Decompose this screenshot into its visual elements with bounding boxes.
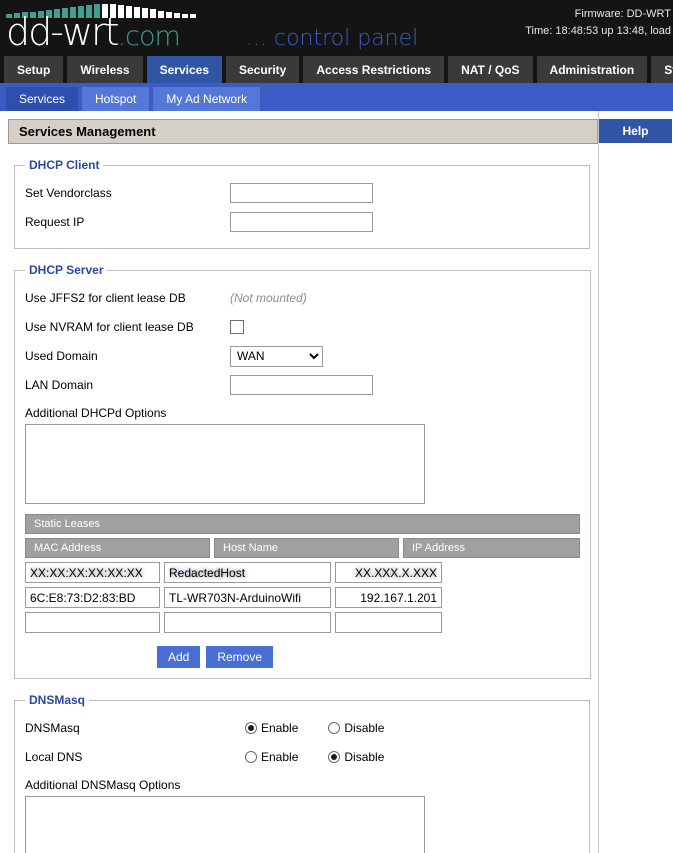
additional-dnsmasq-options-textarea[interactable] (25, 796, 425, 853)
lease-ip-address-input[interactable] (335, 562, 442, 583)
logo-main-text: dd-wrt (6, 10, 120, 54)
uptime-text: Time: 18:48:53 up 13:48, load (525, 25, 671, 37)
lease-host-name-input[interactable] (164, 612, 331, 633)
local-dns-row: Local DNS Enable Disable (25, 744, 579, 770)
nvram-lease-db-label: Use NVRAM for client lease DB (25, 320, 194, 334)
site-header: dd-wrt.com ... control panel Firmware: D… (0, 0, 673, 56)
dnsmasq-enable-label: Enable (261, 721, 299, 735)
dnsmasq-disable-label: Disable (344, 721, 385, 735)
dnsmasq-disable-radio[interactable] (328, 722, 341, 734)
used-domain-select[interactable]: WANLANBoth (230, 345, 323, 367)
static-leases-header-row: MAC Address Host Name IP Address (25, 538, 580, 558)
request-ip-row: Request IP (25, 209, 579, 235)
static-lease-row (25, 612, 580, 633)
local-dns-enable-option[interactable]: Enable (245, 750, 298, 764)
set-vendorclass-label: Set Vendorclass (25, 186, 112, 200)
page-title: Services Management (8, 119, 598, 144)
dhcp-client-legend: DHCP Client (29, 158, 100, 172)
additional-dnsmasq-options-label: Additional DNSMasq Options (25, 778, 181, 792)
main-tab-bar: Setup Wireless Services Security Access Rest… (0, 56, 673, 83)
main-tab-security[interactable]: Security (226, 56, 300, 83)
dhcp-client-section: DHCP Client Set Vendorclass Request IP (14, 158, 590, 249)
logo-domain-text: .com (117, 21, 181, 52)
static-leases-title: Static Leases (25, 514, 580, 534)
dnsmasq-radio-group: Enable Disable (245, 721, 384, 735)
used-domain-row: Used Domain WANLANBoth (25, 343, 580, 369)
column-header-host-name: Host Name (214, 538, 399, 558)
firmware-version-text: Firmware: DD-WRT (574, 8, 671, 20)
nvram-lease-db-row: Use NVRAM for client lease DB (25, 314, 580, 340)
help-sidebar: Help (598, 111, 673, 853)
help-button[interactable]: Help (599, 119, 672, 143)
page-body: Services Management DHCP Client Set Vend… (0, 111, 673, 853)
add-lease-button[interactable]: Add (156, 646, 201, 668)
static-lease-row (25, 587, 580, 608)
lease-host-name-input[interactable] (164, 587, 331, 608)
local-dns-enable-radio[interactable] (245, 751, 257, 763)
dnsmasq-row: DNSMasq Enable Disable (25, 715, 579, 741)
main-tab-services[interactable]: Services (146, 56, 222, 83)
dnsmasq-label: DNSMasq (25, 721, 80, 735)
firmware-info: Firmware: DD-WRT Time: 18:48:53 up 13:48… (525, 6, 671, 40)
control-panel-tagline: ... control panel (246, 26, 419, 51)
additional-dhcpd-options-label: Additional DHCPd Options (25, 406, 167, 420)
sub-tab-bar: Services Hotspot My Ad Network (0, 83, 673, 111)
local-dns-radio-group: Enable Disable (245, 750, 384, 764)
lan-domain-row: LAN Domain (25, 372, 580, 398)
dhcp-server-legend: DHCP Server (29, 263, 104, 277)
jffs2-lease-db-row: Use JFFS2 for client lease DB (Not mount… (25, 285, 580, 311)
request-ip-input[interactable] (230, 212, 373, 232)
local-dns-enable-label: Enable (261, 750, 299, 764)
sub-tab-services[interactable]: Services (6, 87, 79, 111)
remove-lease-button[interactable]: Remove (206, 646, 274, 668)
lease-ip-address-input[interactable] (335, 587, 442, 608)
lease-host-name-input[interactable] (164, 562, 331, 583)
main-content: Services Management DHCP Client Set Vend… (0, 111, 598, 853)
sub-tab-hotspot[interactable]: Hotspot (82, 87, 150, 111)
lan-domain-input[interactable] (230, 375, 373, 395)
dnsmasq-enable-radio[interactable] (245, 722, 257, 734)
used-domain-label: Used Domain (25, 349, 98, 363)
main-tab-setup[interactable]: Setup (4, 56, 64, 83)
main-tab-wireless[interactable]: Wireless (67, 56, 143, 83)
lan-domain-label: LAN Domain (25, 378, 94, 392)
local-dns-disable-label: Disable (344, 750, 385, 764)
set-vendorclass-input[interactable] (230, 183, 373, 203)
nvram-lease-db-checkbox[interactable] (230, 320, 244, 334)
lease-ip-address-input[interactable] (335, 612, 442, 633)
main-tab-administration[interactable]: Administration (536, 56, 648, 83)
dnsmasq-legend: DNSMasq (29, 693, 86, 707)
static-leases-button-row: Add Remove (25, 646, 405, 668)
additional-dhcpd-options-textarea[interactable] (25, 424, 425, 504)
static-leases-table: Static Leases MAC Address Host Name IP A… (25, 514, 580, 668)
column-header-ip-address: IP Address (403, 538, 580, 558)
static-lease-row (25, 562, 580, 583)
bargraph-bar (190, 14, 196, 18)
dnsmasq-section: DNSMasq DNSMasq Enable Disable Local DNS… (14, 693, 590, 853)
set-vendorclass-row: Set Vendorclass (25, 180, 579, 206)
dd-wrt-logo: dd-wrt.com (6, 10, 181, 56)
jffs2-not-mounted-note: (Not mounted) (230, 291, 307, 305)
local-dns-label: Local DNS (25, 750, 83, 764)
bargraph-bar (182, 14, 188, 18)
jffs2-lease-db-label: Use JFFS2 for client lease DB (25, 291, 186, 305)
local-dns-disable-radio[interactable] (328, 751, 341, 763)
column-header-mac-address: MAC Address (25, 538, 210, 558)
dnsmasq-enable-option[interactable]: Enable (245, 721, 298, 735)
main-tab-nat-qos[interactable]: NAT / QoS (448, 56, 533, 83)
lease-mac-address-input[interactable] (25, 562, 160, 583)
sub-tab-my-ad-network[interactable]: My Ad Network (153, 87, 261, 111)
lease-mac-address-input[interactable] (25, 612, 160, 633)
local-dns-disable-option[interactable]: Disable (328, 750, 384, 764)
dhcp-server-section: DHCP Server Use JFFS2 for client lease D… (14, 263, 591, 679)
main-tab-status[interactable]: Status (651, 56, 673, 83)
main-tab-access-restrictions[interactable]: Access Restrictions (303, 56, 445, 83)
request-ip-label: Request IP (25, 215, 85, 229)
lease-mac-address-input[interactable] (25, 587, 160, 608)
dnsmasq-disable-option[interactable]: Disable (328, 721, 384, 735)
